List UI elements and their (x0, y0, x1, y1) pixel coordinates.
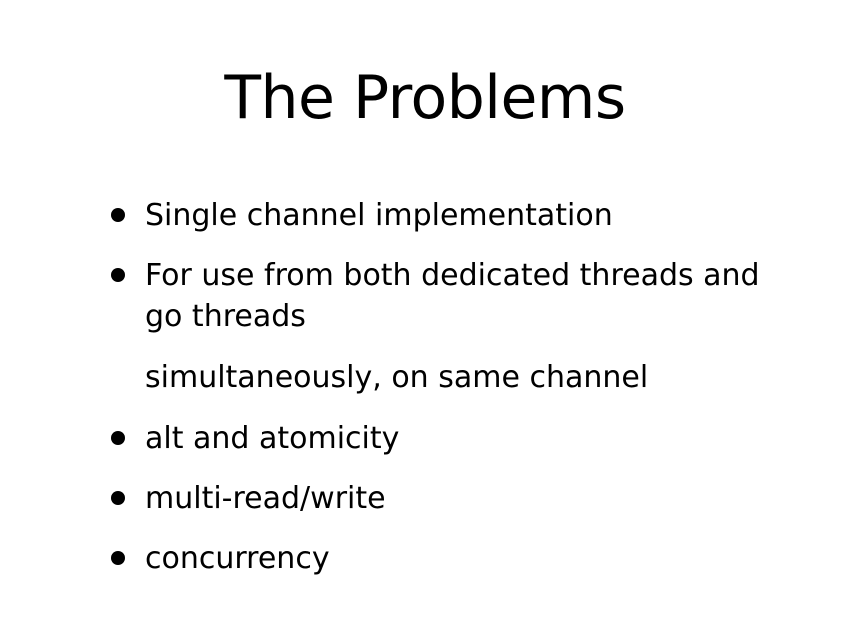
bullet-dot-icon (111, 551, 125, 565)
bullet-dot-icon (111, 431, 125, 445)
bullet-list: Single channel implementation For use fr… (0, 0, 850, 637)
bullet-dot-icon (111, 268, 125, 282)
bullet-dot-icon (111, 491, 125, 505)
bullet-dot-icon (111, 208, 125, 222)
bullet-text-line-2: go threads (145, 299, 306, 334)
bullet-text-line-1: For use from both dedicated threads and (145, 258, 760, 293)
bullet-text: For use from both dedicated threads and … (145, 255, 765, 337)
bullet-text: Single channel implementation (145, 198, 613, 233)
bullet-text: multi-read/write (145, 481, 386, 516)
bullet-continuation-text: simultaneously, on same channel (145, 360, 649, 395)
slide: The Problems Single channel implementati… (0, 0, 850, 637)
bullet-text: concurrency (145, 541, 330, 576)
bullet-text: alt and atomicity (145, 421, 400, 456)
